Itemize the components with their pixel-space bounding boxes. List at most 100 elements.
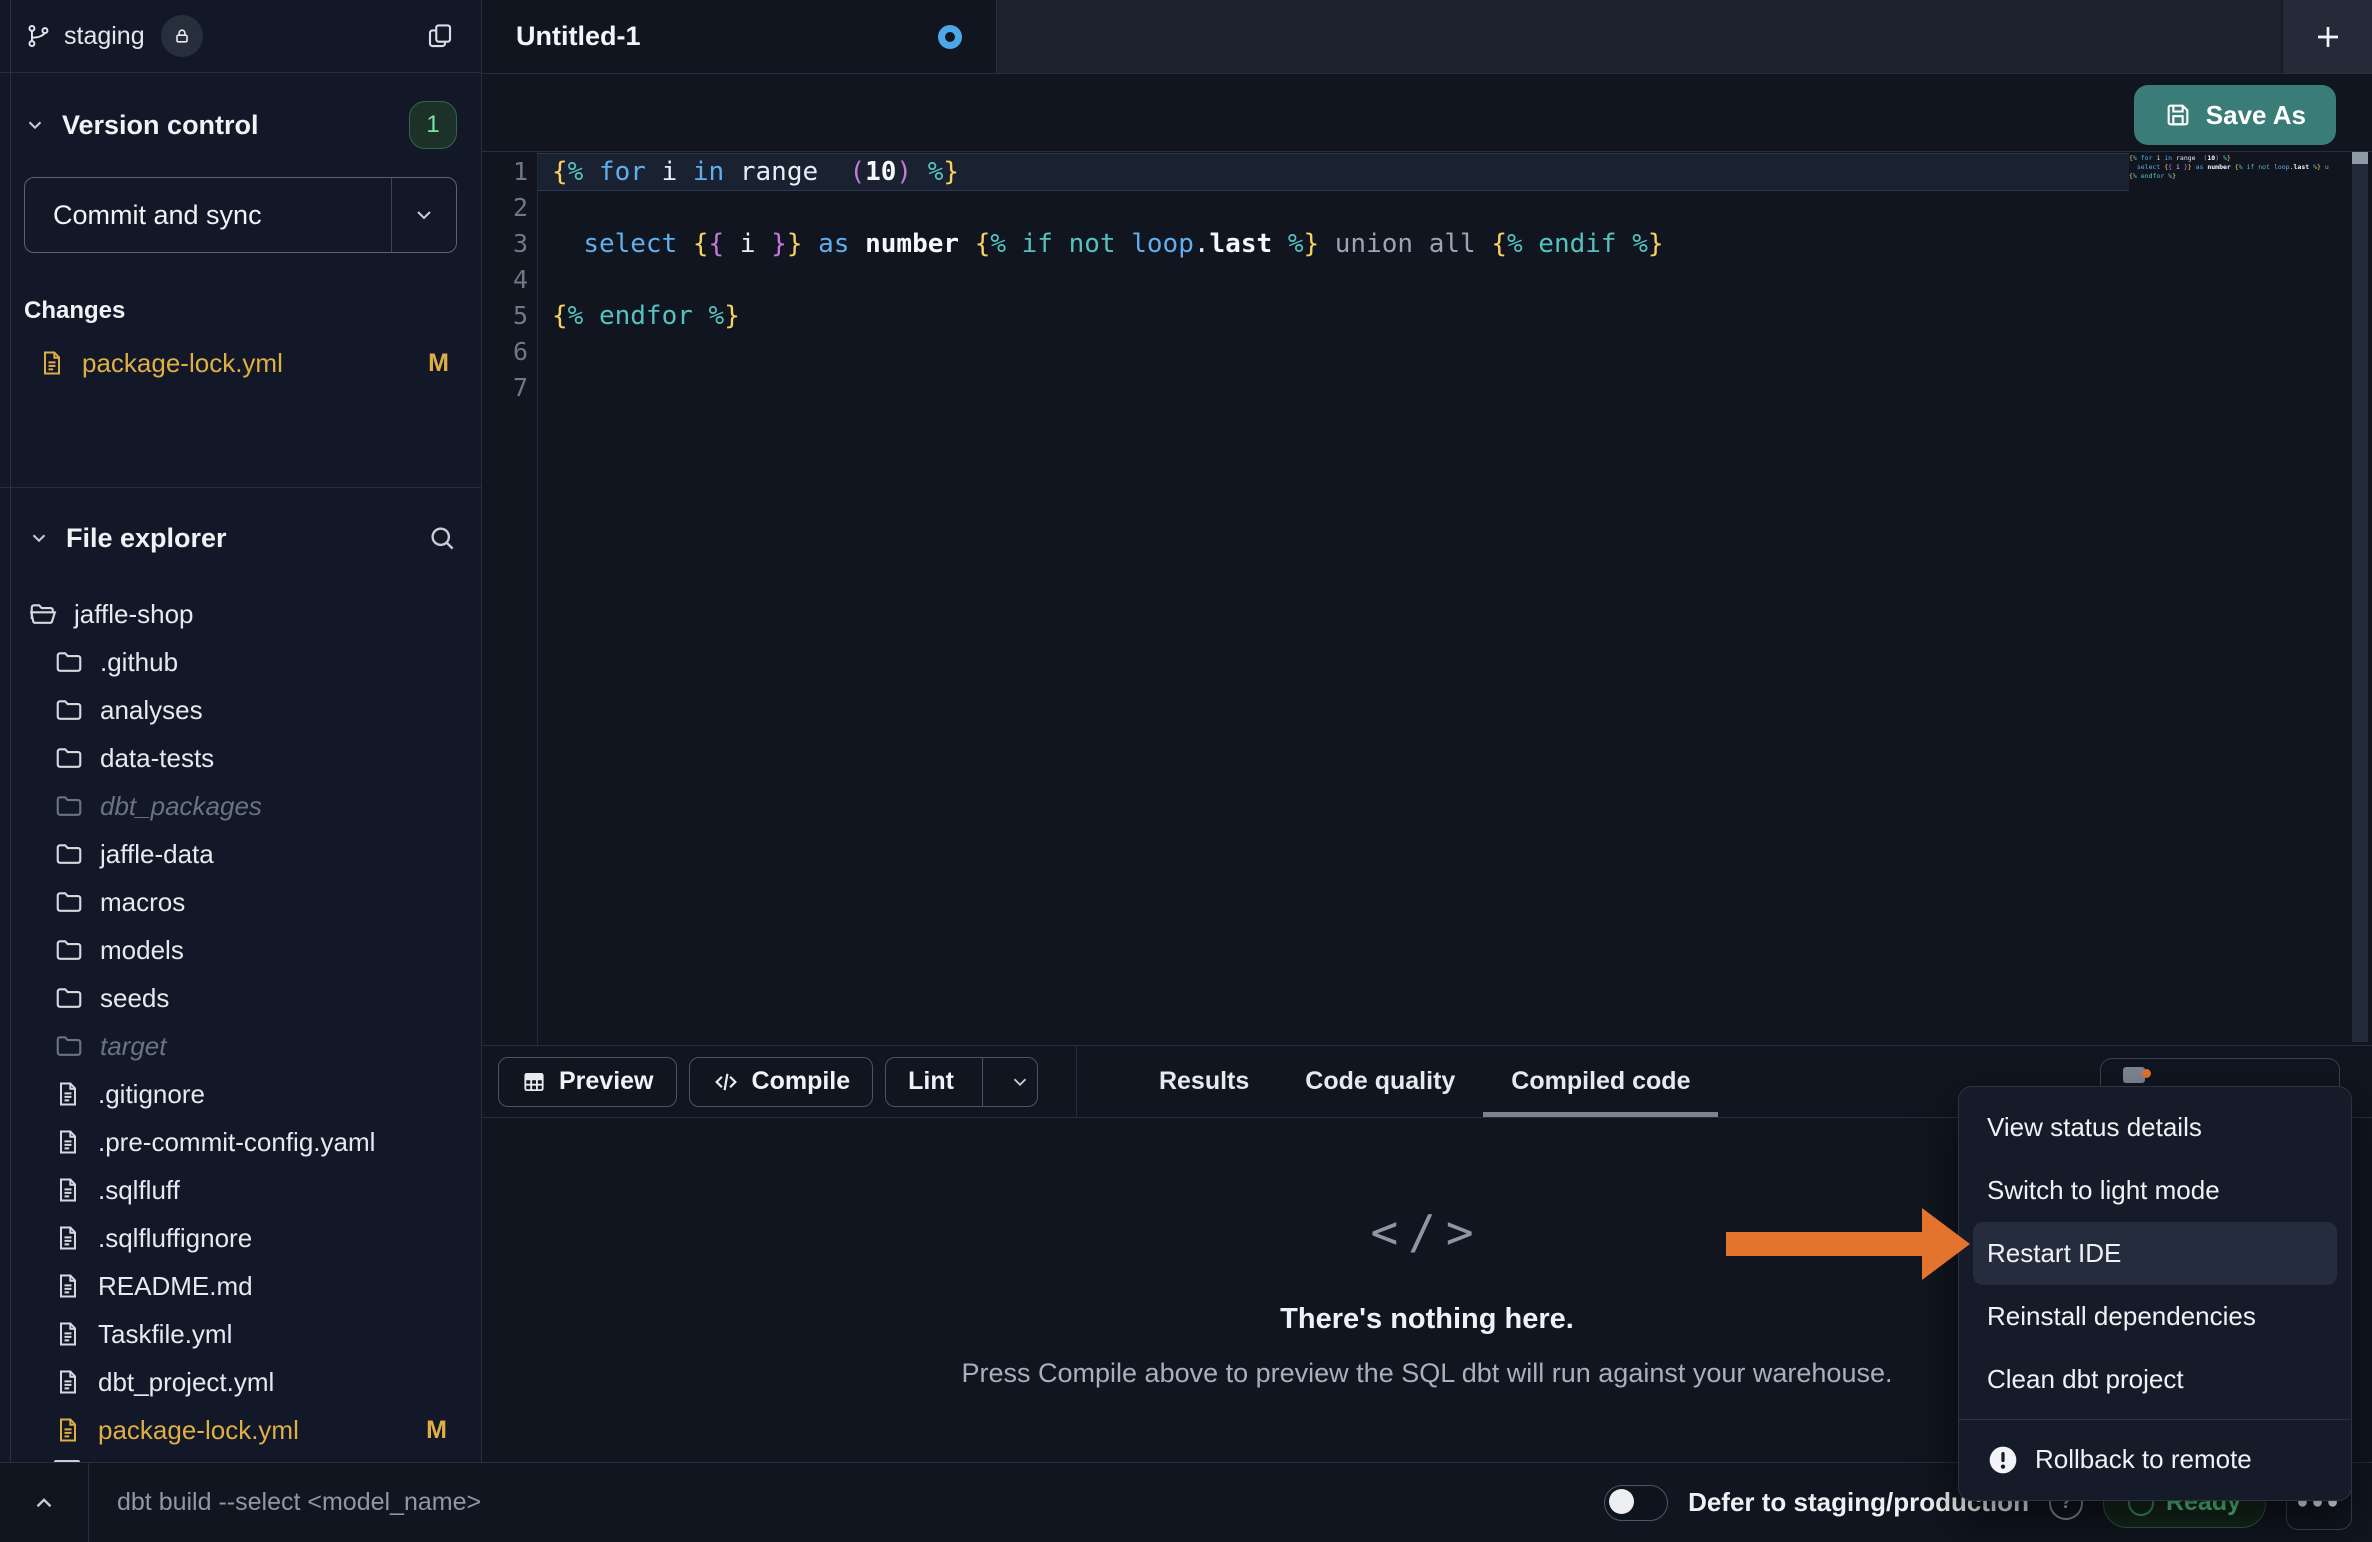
editor-divider <box>482 151 2372 152</box>
changed-file-name: package-lock.yml <box>82 348 283 379</box>
line-number: 3 <box>482 226 528 262</box>
lint-dropdown-chevron[interactable] <box>995 1071 1033 1093</box>
tree-item-label: models <box>100 935 184 966</box>
sidebar: staging <box>0 0 482 1462</box>
file-icon <box>54 1272 82 1300</box>
compile-label: Compile <box>752 1067 851 1096</box>
command-input[interactable]: dbt build --select <model_name> <box>117 1488 481 1517</box>
file-row-package-lock-yml[interactable]: package-lock.ymlM <box>28 1406 457 1454</box>
save-as-button[interactable]: Save As <box>2134 85 2336 145</box>
menu-item-clean-dbt-project[interactable]: Clean dbt project <box>1973 1348 2337 1411</box>
changed-file-row-package-lock-yml[interactable]: package-lock.ymlM <box>24 339 457 387</box>
folder-row-macros[interactable]: macros <box>28 878 457 926</box>
lint-label: Lint <box>908 1067 954 1096</box>
sidebar-header: staging <box>0 0 481 73</box>
branch-name: staging <box>64 22 145 51</box>
lint-button[interactable]: Lint <box>885 1057 1038 1107</box>
file-row-readme-md[interactable]: README.md <box>28 1262 457 1310</box>
line-number: 5 <box>482 298 528 334</box>
tree-item-label: .sqlfluff <box>98 1175 180 1206</box>
tree-item-label: .github <box>100 647 178 678</box>
line-number: 1 <box>482 154 528 190</box>
toolbar-buttons: Preview Compile Lint <box>498 1057 1050 1107</box>
defer-toggle[interactable] <box>1604 1485 1668 1521</box>
file-row-dbt-project-yml[interactable]: dbt_project.yml <box>28 1358 457 1406</box>
table-icon <box>521 1069 547 1095</box>
preview-label: Preview <box>559 1067 654 1096</box>
menu-item-view-status-details[interactable]: View status details <box>1973 1096 2337 1159</box>
folder-row-target[interactable]: target <box>28 1022 457 1070</box>
branch-button[interactable]: staging <box>26 15 203 57</box>
editor-scrollbar[interactable] <box>2352 152 2368 1042</box>
gutter-divider <box>537 152 538 1046</box>
menu-item-label: View status details <box>1987 1112 2202 1143</box>
code-line-5: {% endfor %} <box>538 298 740 334</box>
folder-row-jaffle-shop[interactable]: jaffle-shop <box>28 590 457 638</box>
copy-files-icon[interactable] <box>425 21 455 51</box>
file-icon <box>54 1224 82 1252</box>
new-tab-button[interactable] <box>2281 0 2372 73</box>
code-editor[interactable]: Save As 1{% for i in range (10) %}23 sel… <box>482 74 2372 1046</box>
file-row-pre-commit-config-yaml[interactable]: .pre-commit-config.yaml <box>28 1118 457 1166</box>
alert-circle-icon <box>1987 1444 2019 1476</box>
search-icon[interactable] <box>427 523 457 553</box>
file-icon <box>54 1368 82 1396</box>
tree-item-label: jaffle-shop <box>74 599 194 630</box>
folder-row-models[interactable]: models <box>28 926 457 974</box>
folder-row-data-tests[interactable]: data-tests <box>28 734 457 782</box>
tab-results[interactable]: Results <box>1131 1046 1277 1117</box>
commit-and-sync-button[interactable]: Commit and sync <box>24 177 457 253</box>
tree-item-label: data-tests <box>100 743 214 774</box>
floppy-disk-icon <box>2164 101 2192 129</box>
tree-item-label: Taskfile.yml <box>98 1319 232 1350</box>
folder-icon <box>54 887 84 917</box>
preview-button[interactable]: Preview <box>498 1057 677 1107</box>
tree-item-label: jaffle-data <box>100 839 214 870</box>
changes-count-badge: 1 <box>409 101 457 149</box>
folder-icon <box>28 599 58 629</box>
tree-item-label: dbt_packages <box>100 791 262 822</box>
tab-strip <box>997 0 2281 73</box>
tab-compiled-code[interactable]: Compiled code <box>1483 1046 1718 1117</box>
folder-icon <box>54 983 84 1013</box>
file-icon <box>54 1416 82 1444</box>
expand-command-bar-button[interactable] <box>0 1463 88 1542</box>
compile-button[interactable]: Compile <box>689 1057 874 1107</box>
version-control-header[interactable]: Version control 1 <box>24 99 457 151</box>
file-row-sqlfluffignore[interactable]: .sqlfluffignore <box>28 1214 457 1262</box>
commit-dropdown-chevron[interactable] <box>391 178 456 252</box>
lock-icon <box>172 26 192 46</box>
menu-item-label: Reinstall dependencies <box>1987 1301 2256 1332</box>
menu-item-reinstall-dependencies[interactable]: Reinstall dependencies <box>1973 1285 2337 1348</box>
file-row-taskfile-yml[interactable]: Taskfile.yml <box>28 1310 457 1358</box>
minimap[interactable]: {% for i in range (10) %} select {{ i }}… <box>2129 154 2329 181</box>
code-line-3: select {{ i }} as number {% if not loop.… <box>538 226 1664 262</box>
folder-row-github[interactable]: .github <box>28 638 457 686</box>
status-flame-icon <box>2123 1067 2145 1083</box>
tree-item-label: target <box>100 1031 167 1062</box>
minimap-line: {% endfor %} <box>2129 172 2329 181</box>
tree-item-label: macros <box>100 887 185 918</box>
folder-row-jaffle-data[interactable]: jaffle-data <box>28 830 457 878</box>
git-branch-icon <box>26 23 52 49</box>
folder-icon <box>54 743 84 773</box>
folder-row-analyses[interactable]: analyses <box>28 686 457 734</box>
file-row-sqlfluff[interactable]: .sqlfluff <box>28 1166 457 1214</box>
menu-item-switch-to-light-mode[interactable]: Switch to light mode <box>1973 1159 2337 1222</box>
file-explorer-header[interactable]: File explorer <box>28 512 457 564</box>
scrollbar-thumb[interactable] <box>2352 152 2368 164</box>
editor-tab-untitled-1[interactable]: Untitled-1 <box>482 0 997 73</box>
file-row-gitignore[interactable]: .gitignore <box>28 1070 457 1118</box>
code-icon <box>712 1068 740 1096</box>
code-line-1: {% for i in range (10) %} <box>538 154 959 190</box>
menu-item-rollback-to-remote[interactable]: Rollback to remote <box>1973 1428 2337 1491</box>
menu-item-restart-ide[interactable]: Restart IDE <box>1973 1222 2337 1285</box>
folder-row-seeds[interactable]: seeds <box>28 974 457 1022</box>
tab-code-quality[interactable]: Code quality <box>1277 1046 1483 1117</box>
folder-icon <box>54 647 84 677</box>
chevron-down-icon <box>24 114 46 136</box>
folder-row-dbt-packages[interactable]: dbt_packages <box>28 782 457 830</box>
menu-divider <box>1959 1419 2351 1420</box>
menu-item-label: Rollback to remote <box>2035 1444 2252 1475</box>
file-icon <box>54 1080 82 1108</box>
